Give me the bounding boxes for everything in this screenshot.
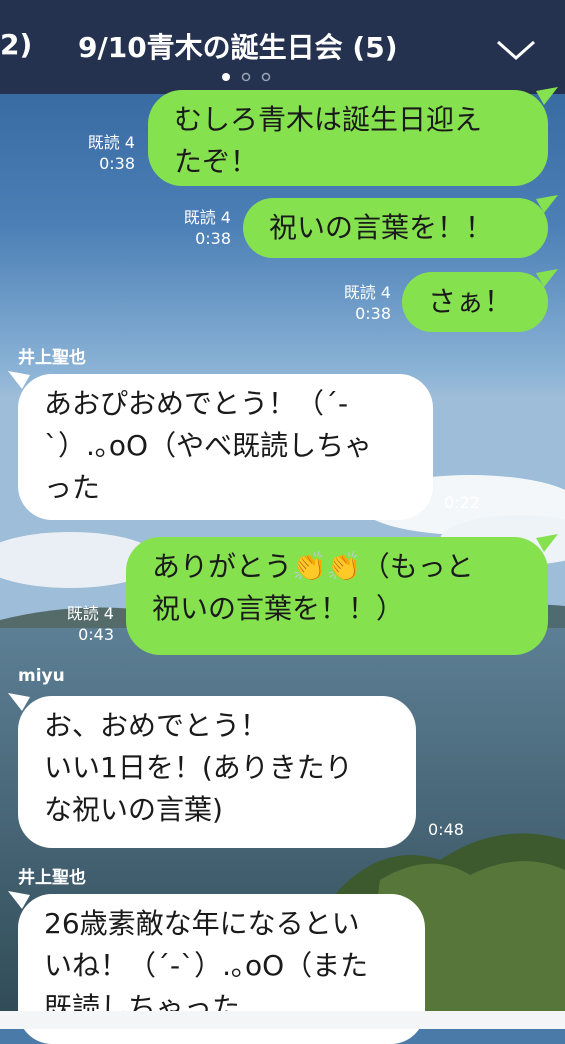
message-line: むしろ青木は誕生日迎え (174, 103, 483, 136)
message-line: いね！（´-`）.｡oO（また (44, 949, 369, 982)
back-button[interactable]: 2) (0, 28, 32, 61)
input-bar[interactable] (0, 1011, 565, 1029)
message-bubble-sent[interactable]: 祝いの言葉を！！ (243, 195, 558, 258)
read-receipt: 既読 4 0:38 (343, 283, 391, 323)
bubble-tail (536, 269, 558, 287)
bubble-tail (8, 693, 30, 711)
bubble-tail (536, 195, 558, 213)
bubble-tail (536, 534, 558, 552)
message-line: さぁ！ (428, 285, 513, 318)
page-dot-active (222, 73, 230, 81)
bubble-tail (536, 87, 558, 105)
bubble-tail (8, 371, 30, 389)
message-bubble-received[interactable]: あおぴおめでとう！（´- `）.｡oO（やべ既読しちゃ った (8, 371, 433, 520)
message-line: あおぴおめでとう！（´- (44, 387, 349, 420)
message-bubble-sent[interactable]: さぁ！ (402, 269, 558, 332)
sender-name: 井上聖也 (18, 348, 86, 368)
read-receipt: 既読 4 0:38 (87, 133, 135, 173)
read-receipt: 既読 4 0:43 (66, 604, 114, 644)
message-bubble-sent[interactable]: むしろ青木は誕生日迎え たぞ！ (148, 87, 558, 186)
chevron-down-icon[interactable] (494, 36, 538, 64)
sender-name: 井上聖也 (18, 868, 86, 888)
sender-name: miyu (18, 666, 65, 686)
bubble-tail (8, 891, 30, 909)
message-line: 祝いの言葉を！！ (269, 211, 494, 244)
message-line: 祝いの言葉を！！） (152, 592, 405, 625)
page-dot (241, 72, 251, 82)
message-line: お、おめでとう！ (44, 709, 269, 742)
chat-header: 2) 9/10青木の誕生日会 (5) (0, 0, 565, 94)
chat-title[interactable]: 9/10青木の誕生日会 (5) (78, 26, 398, 66)
message-bubble-sent[interactable]: ありがとう👏👏（もっと 祝いの言葉を！！） (126, 534, 558, 655)
message-bubble-received[interactable]: お、おめでとう！ いい1日を！(ありきたり な祝いの言葉) (8, 693, 416, 848)
message-time: 0:22 (444, 493, 480, 512)
read-receipt: 既読 4 0:38 (183, 208, 231, 248)
message-line: な祝いの言葉) (44, 793, 223, 826)
message-line: たぞ！ (174, 145, 259, 178)
message-line: ありがとう👏👏（もっと (152, 550, 474, 583)
message-line: 26歳素敵な年になるとい (44, 907, 360, 940)
message-time: 0:48 (428, 820, 464, 839)
message-line: `）.｡oO（やべ既読しちゃ (44, 429, 373, 462)
page-dot (261, 72, 271, 82)
message-line: った (44, 471, 101, 504)
message-line: いい1日を！(ありきたり (44, 751, 353, 784)
page-indicator (222, 72, 271, 82)
